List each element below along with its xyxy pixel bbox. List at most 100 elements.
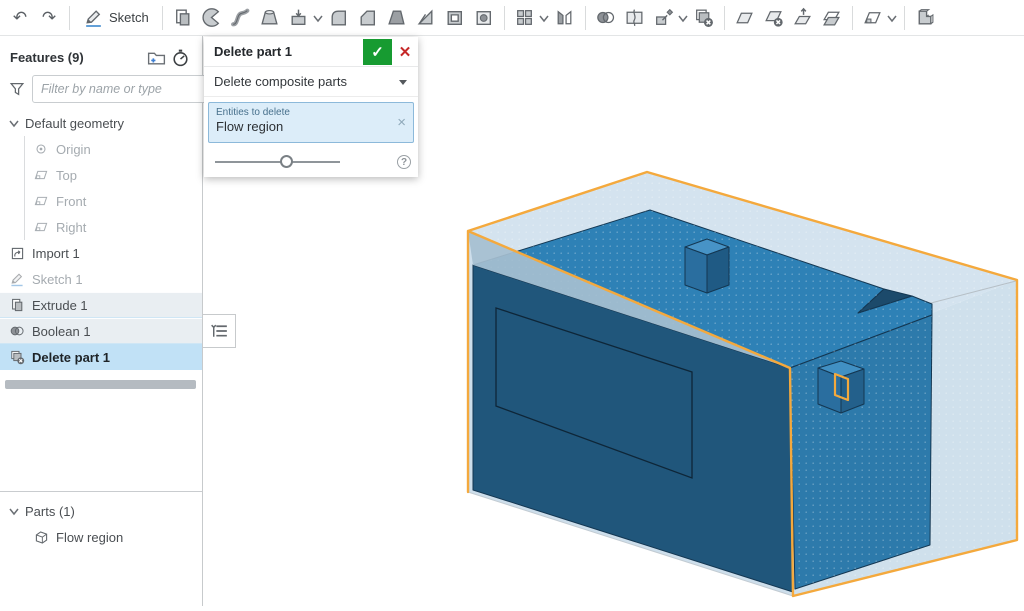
confirm-button[interactable]: ✓ (363, 39, 392, 65)
tree-item-label: Import 1 (32, 246, 80, 261)
hole-button[interactable] (470, 4, 498, 32)
origin-icon (32, 140, 50, 158)
revolve-button[interactable] (198, 4, 226, 32)
filter-input[interactable] (32, 75, 213, 103)
features-panel-title: Features (9) (10, 50, 144, 65)
parts-item-flow-region[interactable]: Flow region (0, 524, 202, 550)
plane-button[interactable] (859, 4, 887, 32)
fillet-button[interactable] (325, 4, 353, 32)
revolve-icon (201, 7, 222, 28)
toolbar-divider (69, 6, 70, 30)
linear-pattern-button[interactable] (511, 4, 539, 32)
draft-icon (386, 7, 407, 28)
boolean-button[interactable] (592, 4, 620, 32)
operation-dropdown[interactable]: Delete composite parts (204, 67, 418, 97)
offset-surface-button[interactable] (789, 4, 817, 32)
opacity-slider-handle[interactable] (280, 155, 293, 168)
redo-button[interactable]: ↷ (35, 4, 63, 32)
replace-face-icon (821, 7, 842, 28)
tree-group-default-geometry[interactable]: Default geometry (0, 110, 202, 136)
tree-item-right-plane[interactable]: Right (0, 214, 202, 240)
filter-row (0, 74, 202, 104)
move-face-button[interactable] (731, 4, 759, 32)
draft-button[interactable] (383, 4, 411, 32)
rib-icon (415, 7, 436, 28)
sketch-button[interactable]: Sketch (76, 4, 156, 32)
tree-item-label: Delete part 1 (32, 350, 110, 365)
chevron-down-icon (8, 117, 21, 130)
parts-group-header[interactable]: Parts (1) (0, 498, 202, 524)
hole-icon (473, 7, 494, 28)
top-boss-box[interactable] (685, 239, 729, 293)
undo-icon: ↶ (13, 9, 27, 26)
split-button[interactable] (621, 4, 649, 32)
opacity-slider-track[interactable] (215, 161, 340, 163)
move-face-icon (734, 7, 755, 28)
loft-button[interactable] (256, 4, 284, 32)
parts-item-label: Flow region (56, 530, 123, 545)
tree-item-front-plane[interactable]: Front (0, 188, 202, 214)
stopwatch-icon (170, 47, 191, 68)
transform-button[interactable] (650, 4, 678, 32)
plane-icon (32, 218, 50, 236)
tree-item-label: Origin (56, 142, 91, 157)
chamfer-button[interactable] (354, 4, 382, 32)
shell-icon (444, 7, 465, 28)
tree-item-label: Front (56, 194, 86, 209)
toolbar-divider (724, 6, 725, 30)
tree-item-boolean-1[interactable]: Boolean 1 (0, 318, 202, 344)
rib-button[interactable] (412, 4, 440, 32)
help-button[interactable]: ? (397, 155, 411, 169)
thicken-button[interactable] (285, 4, 313, 32)
sweep-button[interactable] (227, 4, 255, 32)
pattern-dropdown-chevron-icon[interactable] (538, 12, 550, 24)
split-icon (624, 7, 645, 28)
regenerate-time-button[interactable] (168, 46, 192, 68)
plane-dropdown-chevron-icon[interactable] (886, 12, 898, 24)
tree-item-extrude-1[interactable]: Extrude 1 (0, 292, 202, 318)
mirror-button[interactable] (551, 4, 579, 32)
entities-field-label: Entities to delete (216, 107, 413, 118)
mirror-icon (554, 7, 575, 28)
offset-surface-icon (792, 7, 813, 28)
sketch-button-label: Sketch (109, 10, 149, 25)
delete-part-button[interactable] (690, 4, 718, 32)
clear-selection-icon[interactable]: × (397, 115, 406, 130)
split-part-button[interactable] (911, 4, 939, 32)
undo-button[interactable]: ↶ (6, 4, 34, 32)
extrude-button[interactable] (169, 4, 197, 32)
side-boss-cube[interactable] (818, 361, 864, 413)
toolbar-divider (504, 6, 505, 30)
tree-item-sketch-1[interactable]: Sketch 1 (0, 266, 202, 292)
chamfer-icon (357, 7, 378, 28)
extrude-icon (8, 296, 26, 314)
transform-icon (653, 7, 674, 28)
split-part-icon (914, 7, 935, 28)
help-icon: ? (401, 157, 407, 168)
tree-item-label: Top (56, 168, 77, 183)
tree-item-origin[interactable]: Origin (0, 136, 202, 162)
tree-item-import-1[interactable]: Import 1 (0, 240, 202, 266)
tree-item-top-plane[interactable]: Top (0, 162, 202, 188)
replace-face-button[interactable] (818, 4, 846, 32)
plane-icon (862, 7, 883, 28)
cancel-button[interactable]: ✕ (392, 39, 418, 65)
rollback-bar[interactable] (5, 380, 196, 389)
feature-list-toggle-button[interactable] (202, 314, 236, 348)
part-icon (32, 528, 50, 546)
features-panel-header: Features (9) (0, 44, 202, 70)
transform-dropdown-chevron-icon[interactable] (677, 12, 689, 24)
filter-funnel-icon[interactable] (8, 80, 26, 98)
parts-section-divider (0, 491, 202, 492)
check-icon: ✓ (371, 43, 384, 61)
tree-item-label: Extrude 1 (32, 298, 88, 313)
tree-item-delete-part-1[interactable]: Delete part 1 (0, 344, 202, 370)
delete-face-button[interactable] (760, 4, 788, 32)
entities-to-delete-field[interactable]: Entities to delete Flow region × (208, 102, 414, 143)
add-folder-button[interactable] (144, 46, 168, 68)
shell-button[interactable] (441, 4, 469, 32)
thicken-dropdown-chevron-icon[interactable] (312, 12, 324, 24)
delete-face-icon (763, 7, 784, 28)
delete-part-icon (693, 7, 714, 28)
toolbar-divider (585, 6, 586, 30)
